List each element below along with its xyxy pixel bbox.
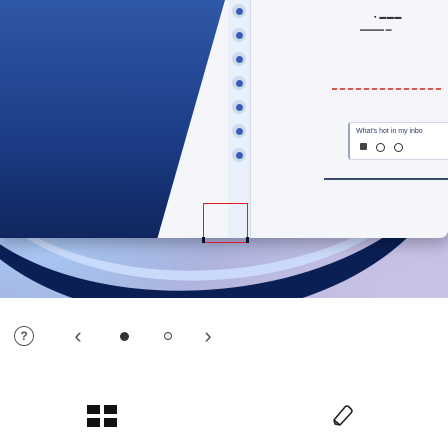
crop-handle-left[interactable]	[202, 237, 205, 243]
message-input-text: What's hot in my inbo	[356, 128, 423, 135]
sidebar-icon	[232, 148, 246, 162]
help-button[interactable]: ?	[10, 320, 38, 352]
message-input-icons	[360, 143, 403, 152]
image-icon	[394, 143, 403, 152]
page-indicator-active[interactable]	[116, 320, 132, 352]
emoji-icon	[376, 143, 385, 152]
sidebar-icon	[232, 28, 246, 42]
grid-button[interactable]	[80, 394, 124, 438]
grid-icon	[87, 405, 117, 427]
message-input: What's hot in my inbo	[348, 122, 448, 160]
content-area: ▪ ▬▬▬ ▬▬▬▬ ▬ What's hot in my inbo	[262, 0, 448, 238]
left-panel	[0, 0, 225, 238]
content-title: ▪ ▬▬▬	[374, 14, 402, 21]
crop-selection-box[interactable]	[203, 203, 248, 243]
attach-icon	[360, 143, 367, 150]
question-circle-icon: ?	[14, 326, 34, 346]
sidebar-icon	[232, 52, 246, 66]
pager: ? ‹ ›	[0, 320, 448, 352]
crop-handle-right[interactable]	[246, 237, 249, 243]
sidebar-icon	[232, 124, 246, 138]
previous-button[interactable]: ‹	[66, 320, 90, 352]
dashed-divider	[332, 88, 442, 90]
content-subtitle: ▬▬▬▬ ▬	[360, 27, 392, 33]
screenshot-preview: ▪ ▬▬▬ ▬▬▬▬ ▬ What's hot in my inbo	[0, 0, 448, 298]
pen-icon	[333, 405, 353, 426]
pen-button[interactable]	[320, 394, 364, 438]
content-underline	[324, 178, 448, 180]
page-indicator[interactable]	[160, 320, 176, 352]
sidebar-icon	[232, 4, 246, 18]
sidebar-icon	[232, 100, 246, 114]
next-button[interactable]: ›	[196, 320, 220, 352]
sidebar-icon	[232, 76, 246, 90]
bottom-toolbar	[0, 394, 448, 438]
